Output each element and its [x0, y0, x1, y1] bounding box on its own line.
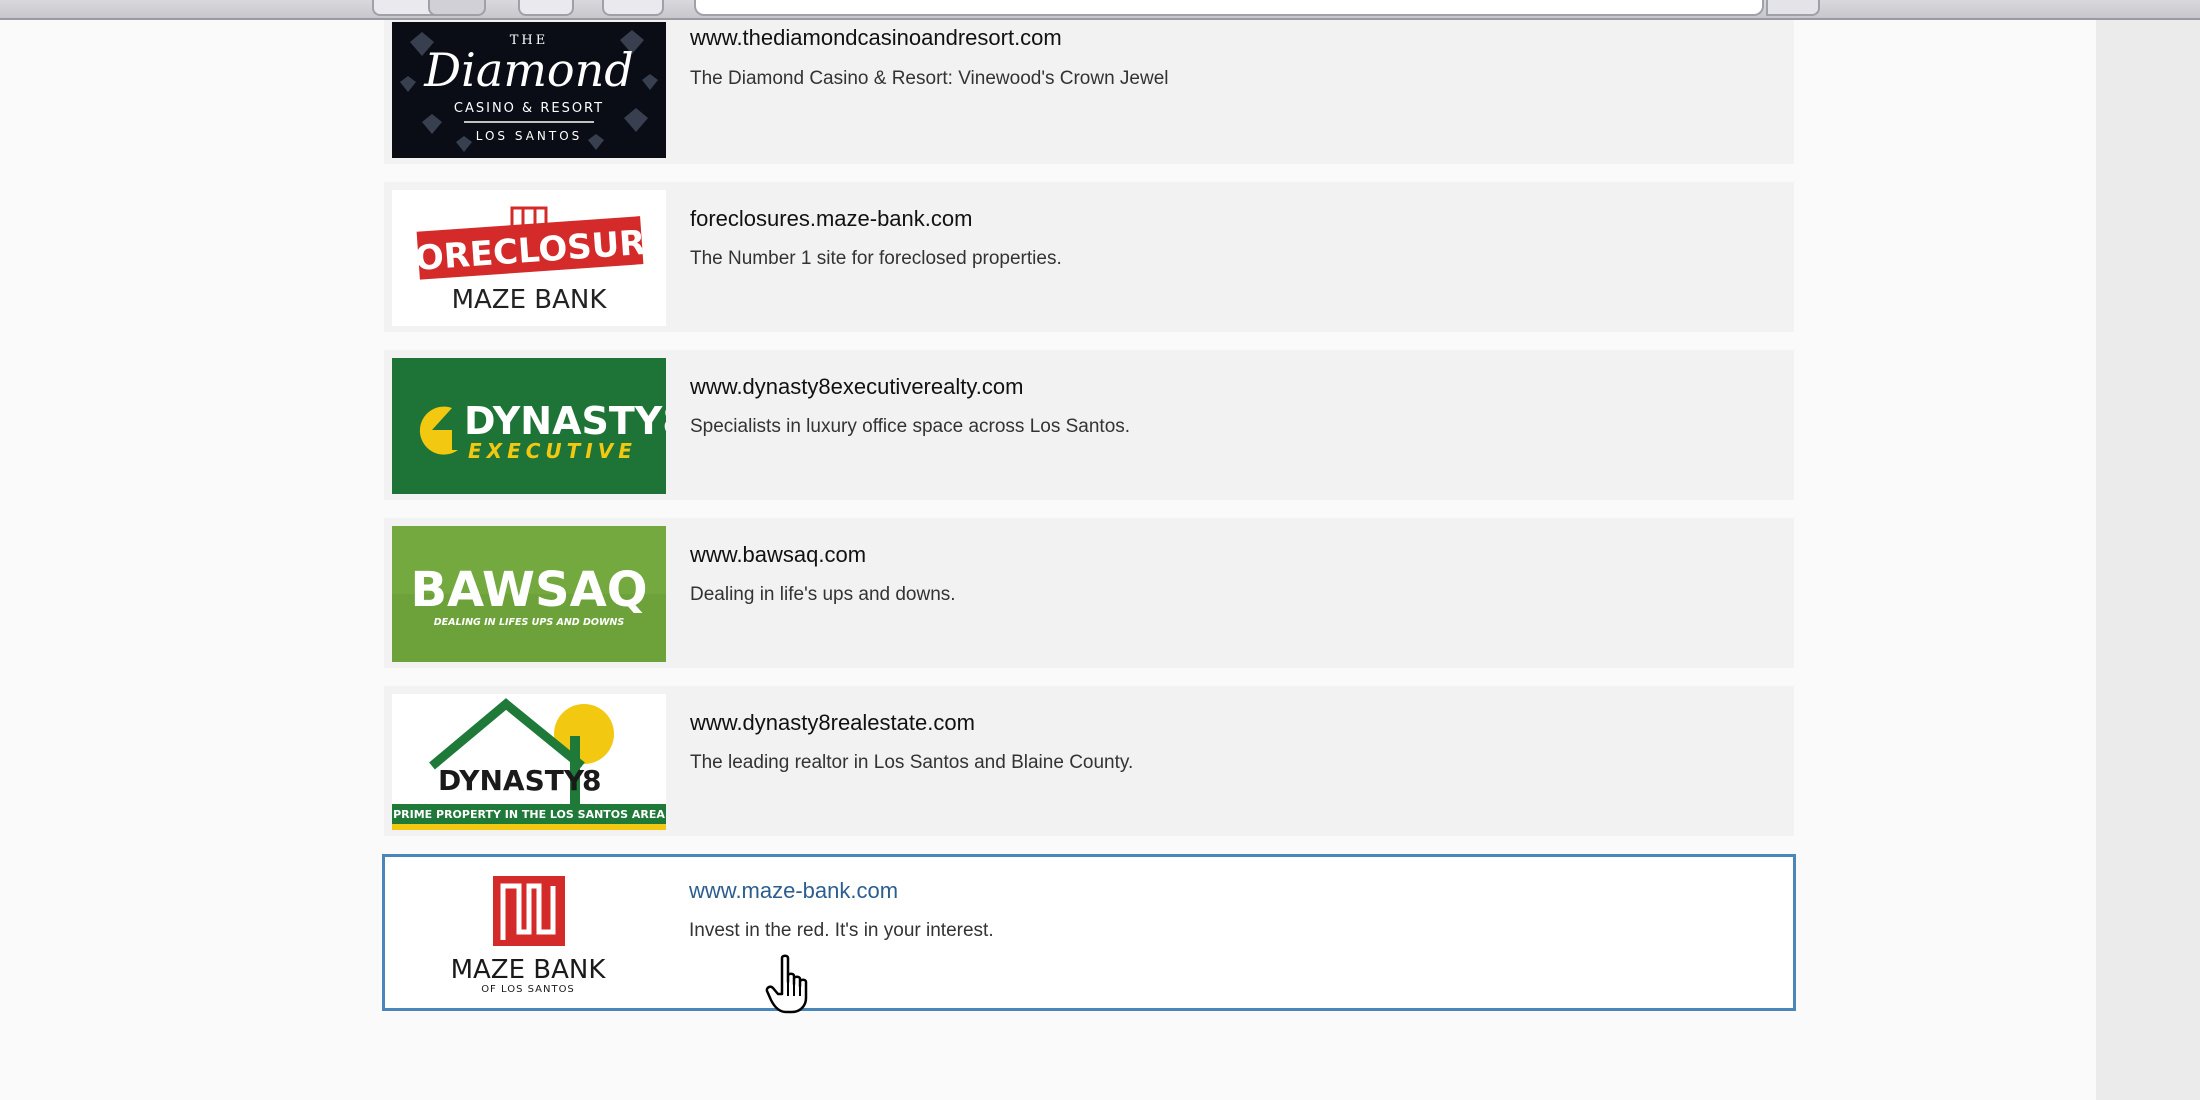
dynasty8-exec-logo-line2: EXECUTIVE — [468, 439, 637, 463]
reload-button[interactable] — [602, 0, 664, 16]
foreclosure-logo[interactable]: FORECLOSURE MAZE BANK — [392, 190, 666, 326]
maze-bank-logo-line1: MAZE BANK — [451, 955, 607, 985]
result-url[interactable]: www.maze-bank.com — [689, 878, 898, 904]
browser-toolbar — [0, 0, 2200, 20]
dynasty8-re-logo-line2: 8 — [582, 764, 601, 797]
back-history-button[interactable] — [428, 0, 486, 16]
result-description: The Diamond Casino & Resort: Vinewood's … — [690, 68, 1169, 89]
bawsaq-logo[interactable]: BAWSAQ DEALING IN LIFES UPS AND DOWNS — [392, 526, 666, 662]
result-description: Dealing in life's ups and downs. — [690, 584, 956, 605]
result-description: Specialists in luxury office space acros… — [690, 416, 1131, 437]
maze-bank-logo[interactable]: MAZE BANK OF LOS SANTOS — [391, 862, 665, 998]
forward-button[interactable] — [518, 0, 574, 16]
result-description: The leading realtor in Los Santos and Bl… — [690, 752, 1134, 773]
page-side-gutter — [2096, 20, 2200, 1100]
result-item-dynasty8-executive[interactable]: DYNASTY8 EXECUTIVE www.dynasty8executive… — [384, 350, 1794, 500]
result-item-diamond-casino[interactable]: THE Diamond CASINO & RESORT LOS SANTOS w… — [384, 20, 1794, 164]
result-url[interactable]: www.dynasty8realestate.com — [690, 710, 975, 736]
search-results-list: THE Diamond CASINO & RESORT LOS SANTOS w… — [382, 20, 1796, 1029]
result-item-dynasty8-realestate[interactable]: DYNASTY 8 PRIME PROPERTY IN THE LOS SANT… — [384, 686, 1794, 836]
dynasty8-re-logo-line1: DYNASTY — [438, 764, 585, 797]
result-description: Invest in the red. It's in your interest… — [689, 920, 994, 941]
diamond-logo-line4: LOS SANTOS — [476, 129, 583, 143]
dynasty8-realestate-logo[interactable]: DYNASTY 8 PRIME PROPERTY IN THE LOS SANT… — [392, 694, 666, 830]
dynasty8-executive-logo[interactable]: DYNASTY8 EXECUTIVE — [392, 358, 666, 494]
dynasty8-re-logo-line3: PRIME PROPERTY IN THE LOS SANTOS AREA — [393, 808, 665, 821]
diamond-casino-logo[interactable]: THE Diamond CASINO & RESORT LOS SANTOS — [392, 22, 666, 158]
dynasty8-exec-logo-line1: DYNASTY8 — [464, 399, 666, 443]
result-item-bawsaq[interactable]: BAWSAQ DEALING IN LIFES UPS AND DOWNS ww… — [384, 518, 1794, 668]
bawsaq-logo-line2: DEALING IN LIFES UPS AND DOWNS — [434, 617, 625, 628]
result-url[interactable]: www.thediamondcasinoandresort.com — [690, 25, 1062, 51]
foreclosure-logo-line2: MAZE BANK — [452, 285, 608, 315]
result-url[interactable]: www.dynasty8executiverealty.com — [690, 374, 1023, 400]
address-go-button[interactable] — [1766, 0, 1820, 16]
result-url[interactable]: foreclosures.maze-bank.com — [690, 206, 972, 232]
result-item-foreclosures[interactable]: FORECLOSURE MAZE BANK foreclosures.maze-… — [384, 182, 1794, 332]
diamond-logo-line3: CASINO & RESORT — [454, 101, 604, 116]
diamond-logo-line2: Diamond — [423, 43, 633, 97]
result-url[interactable]: www.bawsaq.com — [690, 542, 866, 568]
result-description: The Number 1 site for foreclosed propert… — [690, 248, 1062, 269]
hand-pointer-icon — [764, 954, 814, 1016]
bawsaq-logo-line1: BAWSAQ — [410, 562, 647, 618]
result-item-maze-bank[interactable]: MAZE BANK OF LOS SANTOS www.maze-bank.co… — [382, 854, 1796, 1011]
maze-bank-logo-line2: OF LOS SANTOS — [481, 984, 575, 995]
address-bar[interactable] — [694, 0, 1764, 16]
